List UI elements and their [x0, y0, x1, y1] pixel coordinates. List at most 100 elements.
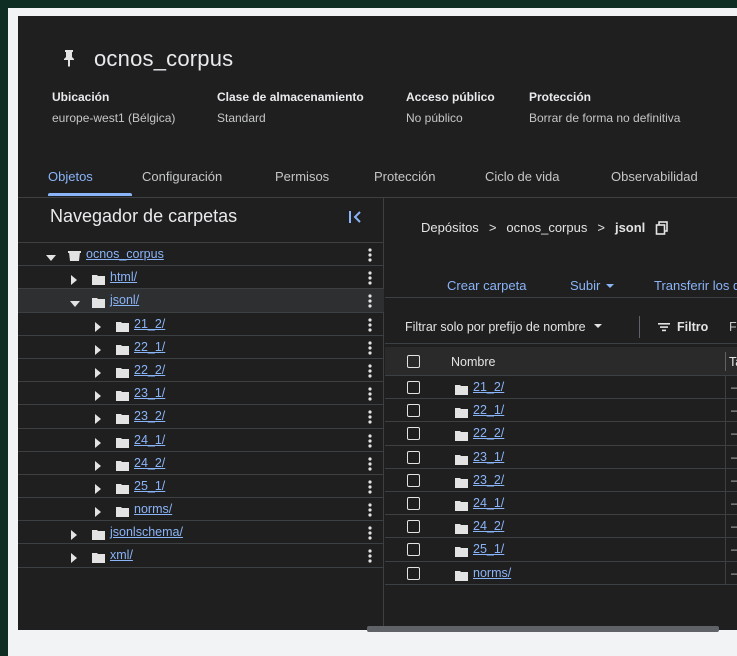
tree-item-label[interactable]: jsonlschema/ [110, 525, 183, 539]
table-row[interactable]: 23_1/ — [385, 445, 737, 469]
object-name-link[interactable]: 23_1/ [473, 450, 504, 464]
expanded-arrow-icon[interactable] [46, 249, 56, 261]
tree-item[interactable]: 23_2/ [18, 405, 384, 429]
tree-item-label[interactable]: 24_2/ [134, 456, 165, 470]
object-name-link[interactable]: 22_1/ [473, 403, 504, 417]
table-row[interactable]: 23_2/ — [385, 468, 737, 492]
object-name-link[interactable]: 24_2/ [473, 519, 504, 533]
tree-item-label[interactable]: 24_1/ [134, 433, 165, 447]
more-actions-icon[interactable] [368, 317, 372, 332]
select-all-checkbox[interactable] [407, 355, 420, 368]
more-actions-icon[interactable] [368, 503, 372, 517]
collapsed-arrow-icon[interactable] [94, 388, 104, 402]
collapsed-arrow-icon[interactable] [70, 527, 80, 541]
tab-configuration[interactable]: Configuración [142, 166, 222, 198]
expanded-arrow-icon[interactable] [70, 295, 80, 308]
tree-item-label[interactable]: 23_2/ [134, 409, 165, 423]
tab-protection[interactable]: Protección [374, 166, 435, 198]
upload-button[interactable]: Subir [570, 278, 615, 293]
breadcrumb-root[interactable]: Depósitos [421, 220, 479, 235]
table-row[interactable]: 24_2/ — [385, 515, 737, 539]
more-actions-icon[interactable] [368, 410, 372, 424]
tree-item-label[interactable]: 21_2/ [134, 317, 165, 331]
tree-item-label[interactable]: 22_2/ [134, 363, 165, 377]
tree-item[interactable]: html/ [18, 266, 384, 290]
tree-item[interactable]: 22_2/ [18, 359, 384, 383]
copy-icon[interactable] [655, 220, 669, 235]
column-header-size[interactable]: Ta [729, 355, 737, 369]
row-checkbox[interactable] [407, 520, 420, 534]
tree-item[interactable]: 21_2/ [18, 313, 384, 336]
breadcrumb-bucket[interactable]: ocnos_corpus [506, 220, 587, 235]
table-row[interactable]: 21_2/ — [385, 376, 737, 400]
object-name-link[interactable]: 23_2/ [473, 473, 504, 487]
transfer-data-button[interactable]: Transferir los da [654, 278, 737, 293]
collapsed-arrow-icon[interactable] [94, 365, 104, 378]
more-actions-icon[interactable] [368, 341, 372, 355]
pin-icon[interactable] [62, 48, 80, 70]
tree-item-label[interactable]: jsonl/ [110, 293, 139, 307]
object-name-link[interactable]: 21_2/ [473, 380, 504, 394]
tab-lifecycle[interactable]: Ciclo de vida [485, 166, 559, 198]
more-actions-icon[interactable] [368, 457, 372, 471]
more-actions-icon[interactable] [368, 248, 372, 262]
collapsed-arrow-icon[interactable] [70, 550, 80, 564]
tree-item-label[interactable]: xml/ [110, 548, 133, 562]
tree-item-label[interactable]: html/ [110, 270, 137, 284]
collapsed-arrow-icon[interactable] [94, 458, 104, 471]
row-checkbox[interactable] [407, 404, 420, 418]
prefix-filter-dropdown[interactable]: Filtrar solo por prefijo de nombre [405, 320, 603, 334]
tree-item[interactable]: 25_1/ [18, 475, 384, 499]
tree-item-label[interactable]: 25_1/ [134, 479, 165, 493]
row-checkbox[interactable] [407, 381, 420, 394]
row-checkbox[interactable] [407, 543, 420, 557]
collapsed-arrow-icon[interactable] [94, 342, 104, 355]
more-actions-icon[interactable] [368, 480, 372, 494]
object-name-link[interactable]: 24_1/ [473, 496, 504, 510]
collapsed-arrow-icon[interactable] [94, 504, 104, 518]
row-checkbox[interactable] [407, 427, 420, 441]
tree-item[interactable]: xml/ [18, 544, 384, 568]
object-name-link[interactable]: 25_1/ [473, 542, 504, 556]
row-checkbox[interactable] [407, 473, 420, 487]
column-header-name[interactable]: Nombre [451, 355, 495, 369]
filter-input[interactable]: Fi [729, 320, 737, 334]
tree-item[interactable]: jsonlschema/ [18, 521, 384, 545]
more-actions-icon[interactable] [368, 364, 372, 378]
more-actions-icon[interactable] [368, 549, 372, 564]
more-actions-icon[interactable] [368, 294, 372, 308]
create-folder-button[interactable]: Crear carpeta [447, 278, 526, 293]
tab-observability[interactable]: Observabilidad [611, 166, 698, 198]
object-name-link[interactable]: norms/ [473, 566, 511, 580]
more-actions-icon[interactable] [368, 271, 372, 285]
collapsed-arrow-icon[interactable] [94, 319, 104, 332]
table-row[interactable]: 22_1/ — [385, 399, 737, 423]
collapsed-arrow-icon[interactable] [94, 411, 104, 425]
collapsed-arrow-icon[interactable] [94, 481, 104, 494]
filter-button[interactable]: Filtro [657, 320, 708, 334]
tree-item[interactable]: jsonl/ [18, 289, 384, 313]
table-row[interactable]: norms/ — [385, 561, 737, 585]
collapsed-arrow-icon[interactable] [94, 435, 104, 448]
table-row[interactable]: 22_2/ — [385, 422, 737, 446]
tree-item[interactable]: 22_1/ [18, 336, 384, 359]
tree-item-label[interactable]: 22_1/ [134, 340, 165, 354]
tree-item[interactable]: ocnos_corpus [18, 243, 384, 267]
row-checkbox[interactable] [407, 566, 420, 580]
collapse-panel-icon[interactable] [346, 208, 366, 228]
tree-item[interactable]: 23_1/ [18, 382, 384, 406]
more-actions-icon[interactable] [368, 387, 372, 401]
more-actions-icon[interactable] [368, 526, 372, 540]
tree-item[interactable]: 24_1/ [18, 429, 384, 452]
more-actions-icon[interactable] [368, 433, 372, 448]
tree-item-label[interactable]: norms/ [134, 502, 172, 516]
table-row[interactable]: 24_1/ — [385, 491, 737, 516]
collapsed-arrow-icon[interactable] [70, 272, 80, 286]
horizontal-scrollbar-thumb[interactable] [367, 626, 719, 632]
tree-item-label[interactable]: 23_1/ [134, 386, 165, 400]
table-row[interactable]: 25_1/ — [385, 538, 737, 562]
tree-item[interactable]: norms/ [18, 498, 384, 522]
tree-item[interactable]: 24_2/ [18, 452, 384, 475]
object-name-link[interactable]: 22_2/ [473, 426, 504, 440]
tab-permissions[interactable]: Permisos [275, 166, 329, 198]
